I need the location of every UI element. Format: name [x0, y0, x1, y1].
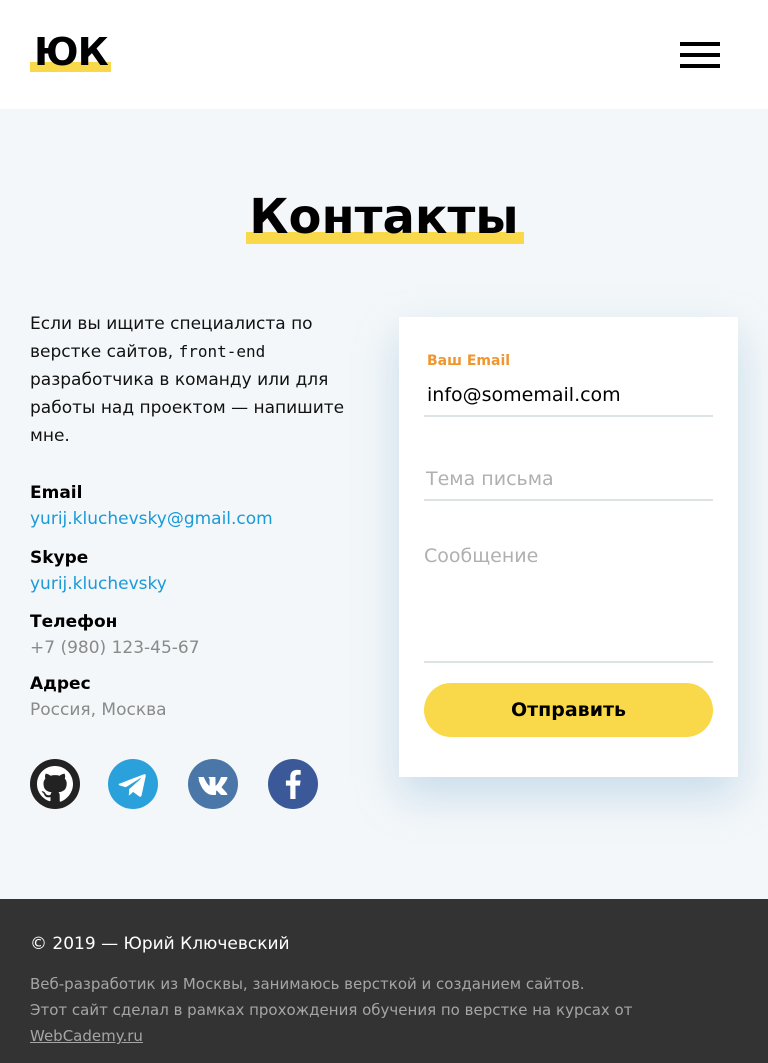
github-icon[interactable]	[30, 759, 80, 809]
contact-skype: Skype yurij.kluchevsky	[30, 545, 360, 609]
submit-button[interactable]: Отправить	[424, 683, 713, 737]
phone-label: Телефон	[30, 612, 118, 632]
vk-icon[interactable]	[188, 759, 238, 809]
contact-phone: Телефон +7 (980) 123-45-67	[30, 609, 360, 671]
contact-email: Email yurij.kluchevsky@gmail.com	[30, 480, 360, 545]
page-title-wrap: Контакты	[0, 188, 768, 246]
contact-address: Адрес Россия, Москва	[30, 671, 360, 723]
skype-label: Skype	[30, 548, 89, 568]
contact-form: Ваш Email Отправить	[399, 317, 738, 777]
footer-line-2: Этот сайт сделал в рамках прохождения об…	[30, 1001, 633, 1045]
page-title: Контакты	[246, 188, 524, 246]
footer-description: Веб-разработик из Москвы, занимаюсь верс…	[30, 971, 750, 1049]
address-value: Россия, Москва	[30, 700, 167, 720]
telegram-icon[interactable]	[108, 759, 158, 809]
webcademy-link[interactable]: WebCademy.ru	[30, 1027, 143, 1045]
logo[interactable]: ЮК	[30, 30, 111, 74]
facebook-icon[interactable]	[268, 759, 318, 809]
email-label: Email	[30, 483, 83, 503]
intro-code: front-end	[178, 342, 266, 361]
intro-text: Если вы ищите специалиста по верстке сай…	[30, 314, 345, 446]
hamburger-menu-icon[interactable]	[680, 42, 720, 68]
email-field-label: Ваш Email	[427, 353, 511, 369]
subject-field[interactable]	[424, 459, 713, 501]
site-footer: © 2019 — Юрий Ключевский Веб-разработик …	[0, 899, 768, 1063]
phone-value: +7 (980) 123-45-67	[30, 638, 200, 658]
message-field[interactable]	[424, 543, 713, 663]
footer-line-1: Веб-разработик из Москвы, занимаюсь верс…	[30, 975, 585, 993]
skype-link[interactable]: yurij.kluchevsky	[30, 571, 360, 597]
copyright: © 2019 — Юрий Ключевский	[30, 934, 290, 954]
site-header: ЮК	[0, 0, 768, 109]
logo-text: ЮК	[34, 30, 109, 74]
contact-list: Email yurij.kluchevsky@gmail.com Skype y…	[30, 480, 360, 723]
address-label: Адрес	[30, 674, 91, 694]
email-link[interactable]: yurij.kluchevsky@gmail.com	[30, 506, 360, 532]
email-field[interactable]	[424, 375, 713, 417]
